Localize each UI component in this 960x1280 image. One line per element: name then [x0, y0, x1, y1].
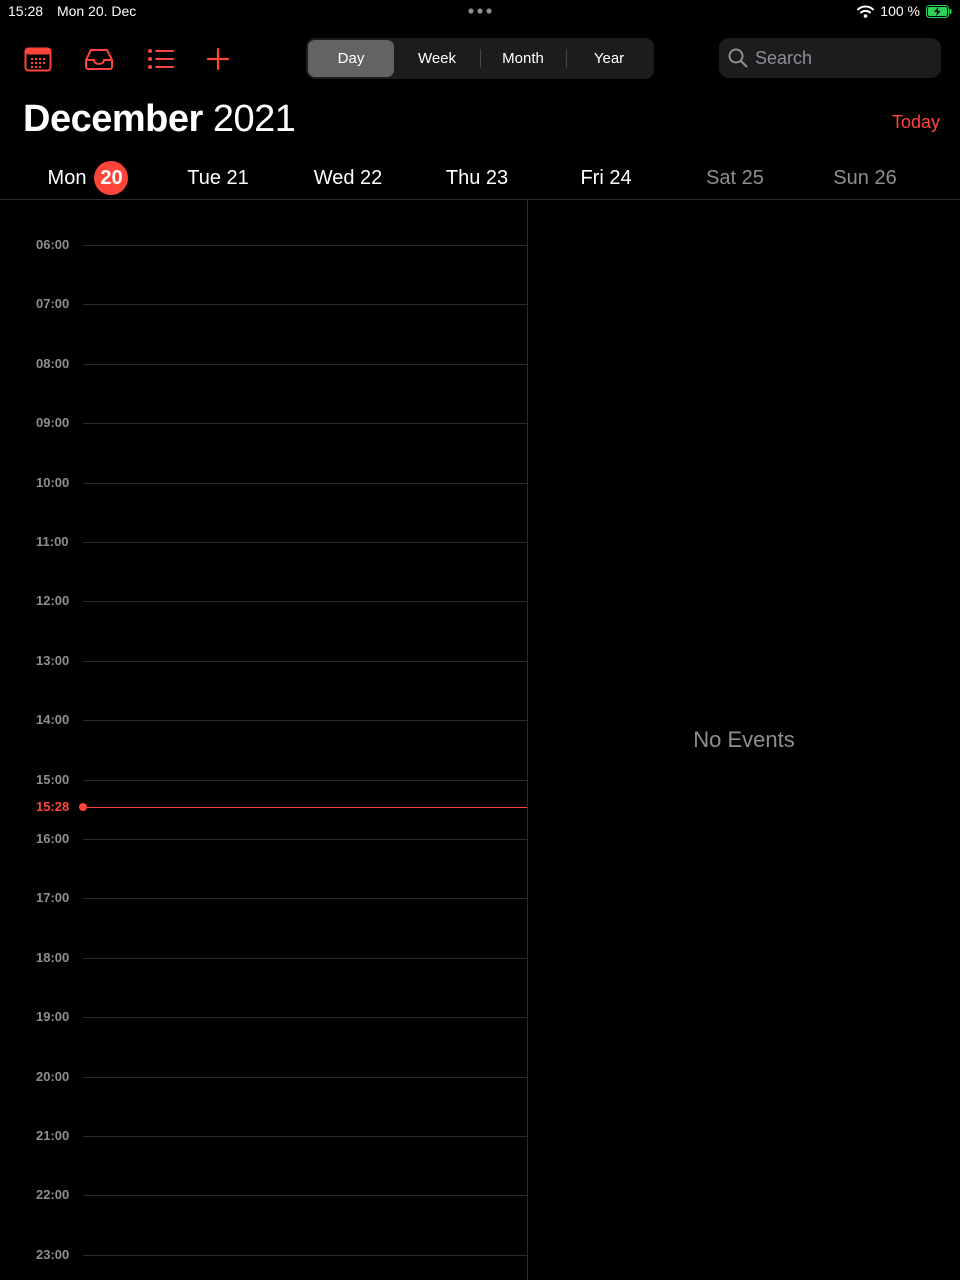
day-sat-25[interactable]: Sat 25	[670, 158, 800, 198]
hour-gridline	[83, 720, 527, 722]
status-bar-left: 15:28 Mon 20. Dec	[8, 3, 146, 19]
hour-label: 20:00	[36, 1068, 70, 1084]
multitasking-dots-icon[interactable]	[467, 4, 493, 18]
status-bar-right: 100 %	[851, 3, 952, 19]
hour-label: 15:00	[36, 771, 70, 787]
title-year: 2021	[212, 98, 296, 140]
hour-row: 10:00	[0, 475, 527, 490]
hour-gridline	[83, 779, 527, 781]
hour-label: 13:00	[36, 652, 70, 668]
day-wed-22[interactable]: Wed 22	[283, 158, 413, 198]
plus-icon	[206, 47, 230, 71]
hour-row: 12:00	[0, 593, 527, 608]
list-view-button[interactable]	[146, 44, 176, 74]
day-fri-24[interactable]: Fri 24	[541, 158, 671, 198]
hour-gridline	[83, 1136, 527, 1137]
calendar-grid-icon	[24, 47, 52, 72]
hour-row: 18:00	[0, 950, 527, 965]
day-sun-26[interactable]: Sun 26	[800, 158, 930, 198]
hour-gridline	[83, 245, 527, 246]
tab-month[interactable]: Month	[480, 40, 566, 77]
hour-row: 09:00	[0, 415, 527, 430]
hour-gridline	[83, 1017, 527, 1019]
hour-gridline	[83, 482, 527, 484]
hour-row: 06:00	[0, 237, 527, 252]
hour-gridline	[83, 423, 527, 425]
hour-gridline	[83, 1076, 527, 1078]
search-placeholder: Search	[755, 47, 813, 68]
hour-row: 14:00	[0, 712, 527, 727]
hour-row: 08:00	[0, 356, 527, 371]
hour-row: 21:00	[0, 1128, 527, 1143]
search-field[interactable]: Search	[719, 38, 941, 78]
wifi-icon	[857, 5, 875, 18]
add-event-button[interactable]	[203, 44, 233, 74]
hour-label: 14:00	[36, 712, 70, 728]
inbox-button[interactable]	[84, 44, 114, 74]
inbox-tray-icon	[85, 49, 113, 70]
selected-day-badge: 20	[94, 161, 129, 195]
hour-label: 06:00	[36, 237, 70, 252]
day-mon-20[interactable]: Mon 20	[23, 158, 153, 198]
hour-gridline	[83, 660, 527, 662]
day-timeline[interactable]: 06:00 07:00 08:00 09:00 10:00 11:00 12:00 13:00…	[0, 200, 527, 1280]
title-month: December	[23, 98, 203, 140]
calendars-button[interactable]	[23, 44, 53, 74]
hour-gridline	[83, 839, 527, 840]
hour-label: 17:00	[36, 890, 70, 906]
hour-gridline	[83, 363, 527, 365]
hour-label: 21:00	[36, 1128, 70, 1143]
hour-gridline	[83, 601, 527, 603]
hour-gridline	[83, 898, 527, 900]
hour-row: 19:00	[0, 1009, 527, 1024]
hour-row: 22:00	[0, 1187, 527, 1202]
hour-row: 17:00	[0, 890, 527, 905]
hour-label: 08:00	[36, 355, 70, 371]
hour-row: 16:00	[0, 831, 527, 846]
hour-label: 09:00	[36, 415, 70, 431]
view-switcher: Day Week Month Year	[306, 38, 654, 79]
tab-week[interactable]: Week	[394, 40, 480, 77]
hour-row: 15:00	[0, 772, 527, 787]
hour-label: 07:00	[36, 296, 70, 312]
page-title: December 2021	[23, 98, 296, 141]
status-date: Mon 20. Dec	[56, 3, 137, 19]
empty-state-message: No Events	[693, 727, 795, 752]
hour-row: 11:00	[0, 534, 527, 549]
hour-gridline	[83, 304, 527, 306]
hour-label: 10:00	[36, 474, 70, 490]
hour-label: 22:00	[36, 1187, 70, 1203]
current-time-label: 15:28	[36, 799, 70, 815]
hour-row: 13:00	[0, 653, 527, 668]
hour-row: 07:00	[0, 296, 527, 311]
hour-label: 18:00	[36, 949, 70, 965]
hour-gridline	[83, 1195, 527, 1197]
tab-year[interactable]: Year	[566, 40, 652, 77]
today-button[interactable]: Today	[892, 112, 940, 133]
hour-row: 20:00	[0, 1069, 527, 1084]
current-time-indicator: 15:28	[0, 799, 527, 814]
day-tue-21[interactable]: Tue 21	[153, 158, 283, 198]
hour-label: 16:00	[36, 831, 70, 846]
hour-gridline	[83, 957, 527, 959]
battery-percent: 100 %	[880, 3, 920, 19]
day-label: Mon	[47, 166, 87, 189]
tab-day[interactable]: Day	[308, 40, 394, 77]
week-strip: Mon 20 Tue 21 Wed 22 Thu 23 Fri 24 Sat 2…	[0, 158, 960, 198]
hour-gridline	[83, 1254, 527, 1256]
battery-charging-icon	[926, 4, 952, 18]
hour-label: 11:00	[36, 534, 69, 549]
hour-row: 23:00	[0, 1247, 527, 1262]
search-icon	[728, 48, 748, 68]
hour-label: 19:00	[36, 1009, 70, 1025]
hour-gridline	[83, 542, 527, 543]
hour-label: 23:00	[36, 1246, 70, 1262]
hour-label: 12:00	[36, 593, 70, 609]
status-time: 15:28	[8, 3, 44, 19]
list-icon	[148, 49, 174, 69]
day-thu-23[interactable]: Thu 23	[412, 158, 542, 198]
current-time-line	[83, 807, 527, 809]
